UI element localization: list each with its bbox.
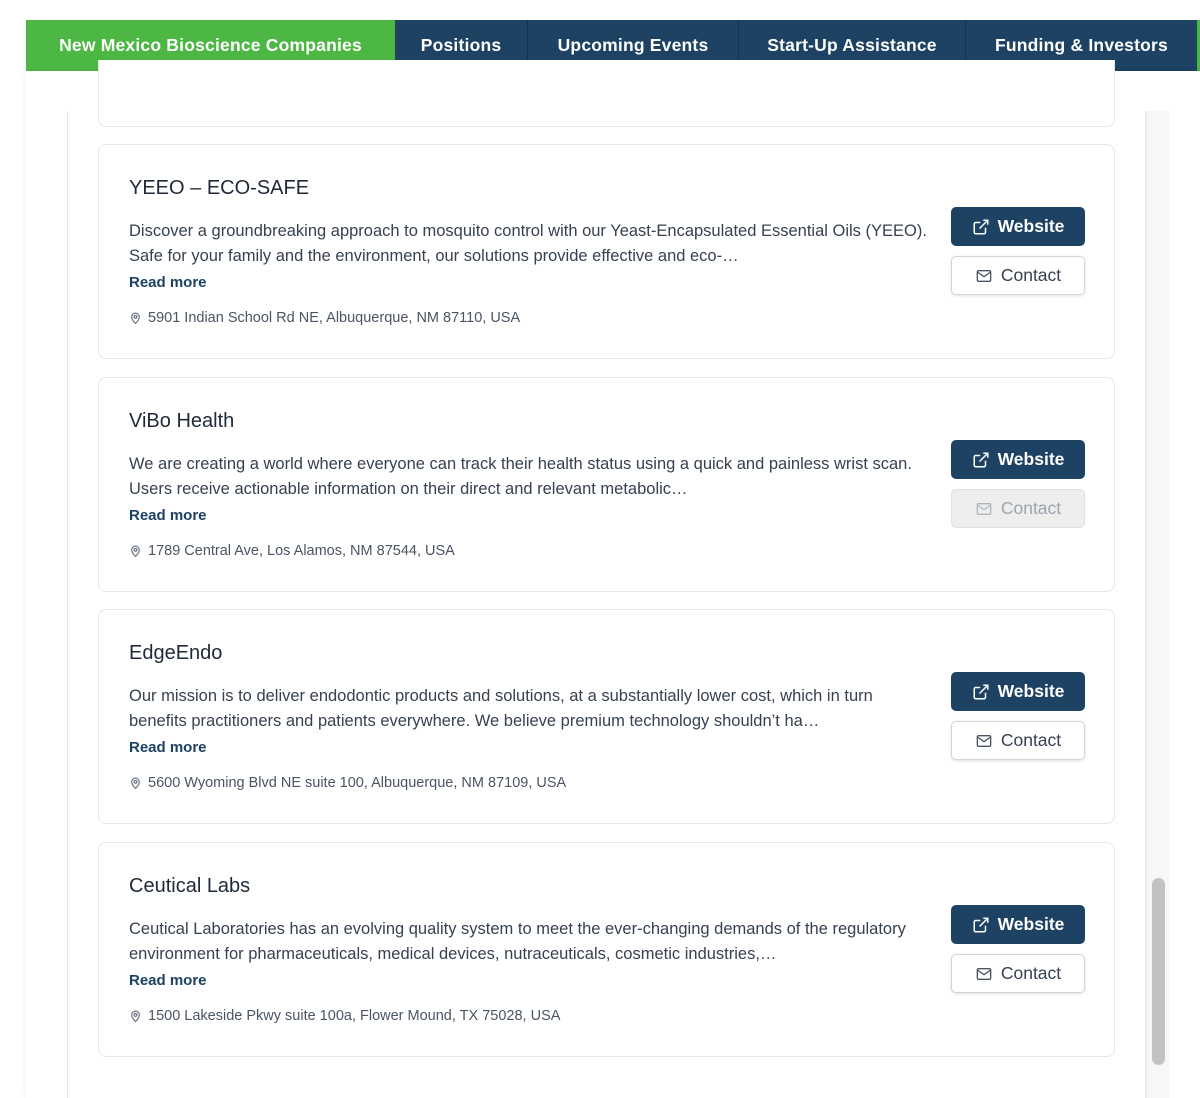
address-text: 1500 Lakeside Pkwy suite 100a, Flower Mo… xyxy=(148,1008,561,1024)
website-button[interactable]: Website xyxy=(951,440,1085,479)
company-name: ViBo Health xyxy=(129,410,235,432)
location-pin-icon xyxy=(131,312,140,325)
address-text: 5600 Wyoming Blvd NE suite 100, Albuquer… xyxy=(148,775,567,791)
scrollbar-thumb[interactable] xyxy=(1152,878,1165,1065)
company-card: ViBo Health We are creating a world wher… xyxy=(98,377,1115,592)
read-more-link[interactable]: Read more xyxy=(129,972,207,989)
contact-button-label: Contact xyxy=(1000,265,1062,285)
company-address: 5901 Indian School Rd NE, Albuquerque, N… xyxy=(129,310,520,326)
contact-button-label: Contact xyxy=(1000,730,1062,750)
company-description: We are creating a world where everyone c… xyxy=(129,455,912,498)
location-pin-icon xyxy=(131,545,140,558)
company-card-previous xyxy=(98,60,1115,127)
external-link-icon xyxy=(973,219,989,234)
contact-button[interactable]: Contact xyxy=(951,256,1085,295)
website-button-label: Website xyxy=(997,681,1065,701)
website-button[interactable]: Website xyxy=(951,672,1085,711)
company-card: Ceutical Labs Ceutical Laboratories has … xyxy=(98,842,1115,1057)
location-pin-icon xyxy=(131,777,140,790)
contact-button-label: Contact xyxy=(1000,498,1062,518)
external-link-icon xyxy=(973,917,989,932)
external-link-icon xyxy=(973,452,989,467)
website-button[interactable]: Website xyxy=(951,905,1085,944)
address-text: 1789 Central Ave, Los Alamos, NM 87544, … xyxy=(148,543,455,559)
location-pin-icon xyxy=(131,1010,140,1023)
company-address: 1500 Lakeside Pkwy suite 100a, Flower Mo… xyxy=(129,1008,560,1024)
website-button-label: Website xyxy=(997,216,1065,236)
website-button[interactable]: Website xyxy=(951,207,1085,246)
company-card: YEEO – ECO-SAFE Discover a groundbreakin… xyxy=(98,144,1115,359)
contact-button[interactable]: Contact xyxy=(951,954,1085,993)
mail-icon xyxy=(976,269,992,282)
mail-icon xyxy=(976,502,992,515)
contact-button[interactable]: Contact xyxy=(951,721,1085,760)
read-more-link[interactable]: Read more xyxy=(129,274,207,291)
address-text: 5901 Indian School Rd NE, Albuquerque, N… xyxy=(148,310,521,326)
read-more-link[interactable]: Read more xyxy=(129,507,207,524)
company-address: 1789 Central Ave, Los Alamos, NM 87544, … xyxy=(129,543,455,559)
company-description: Our mission is to deliver endodontic pro… xyxy=(129,687,873,730)
company-name: YEEO – ECO-SAFE xyxy=(129,177,310,199)
mail-icon xyxy=(976,734,992,747)
contact-button: Contact xyxy=(951,489,1085,528)
company-card: EdgeEndo Our mission is to deliver endod… xyxy=(98,609,1115,824)
website-button-label: Website xyxy=(997,914,1065,934)
mail-icon xyxy=(976,967,992,980)
read-more-link[interactable]: Read more xyxy=(129,739,207,756)
company-description: Discover a groundbreaking approach to mo… xyxy=(129,222,927,265)
website-button-label: Website xyxy=(997,449,1065,469)
external-link-icon xyxy=(973,684,989,699)
company-description: Ceutical Laboratories has an evolving qu… xyxy=(129,920,906,963)
company-address: 5600 Wyoming Blvd NE suite 100, Albuquer… xyxy=(129,775,566,791)
contact-button-label: Contact xyxy=(1000,963,1062,983)
company-name: Ceutical Labs xyxy=(129,875,251,897)
company-name: EdgeEndo xyxy=(129,642,223,664)
